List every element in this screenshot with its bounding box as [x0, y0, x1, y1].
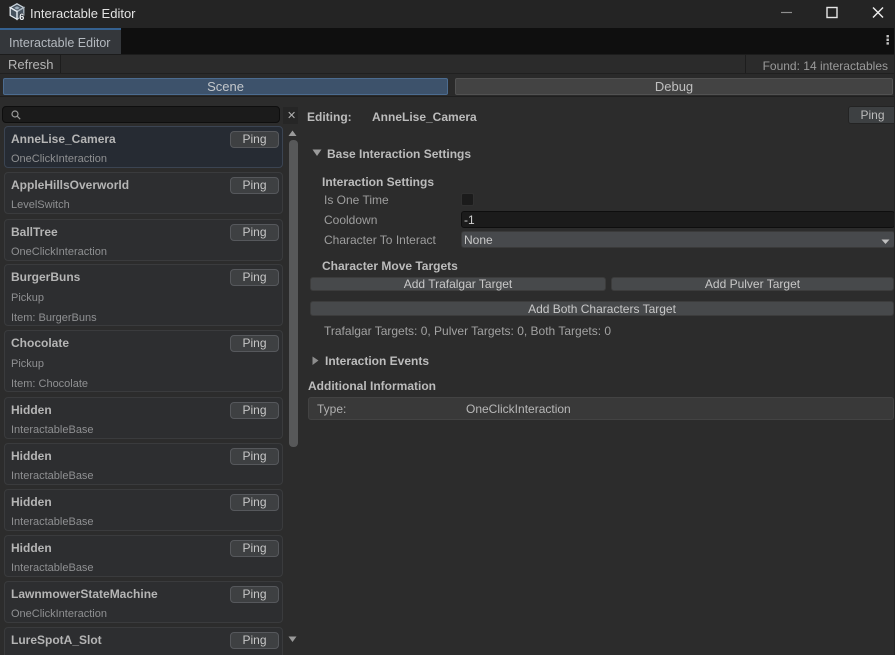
svg-text:6: 6 [19, 12, 24, 22]
